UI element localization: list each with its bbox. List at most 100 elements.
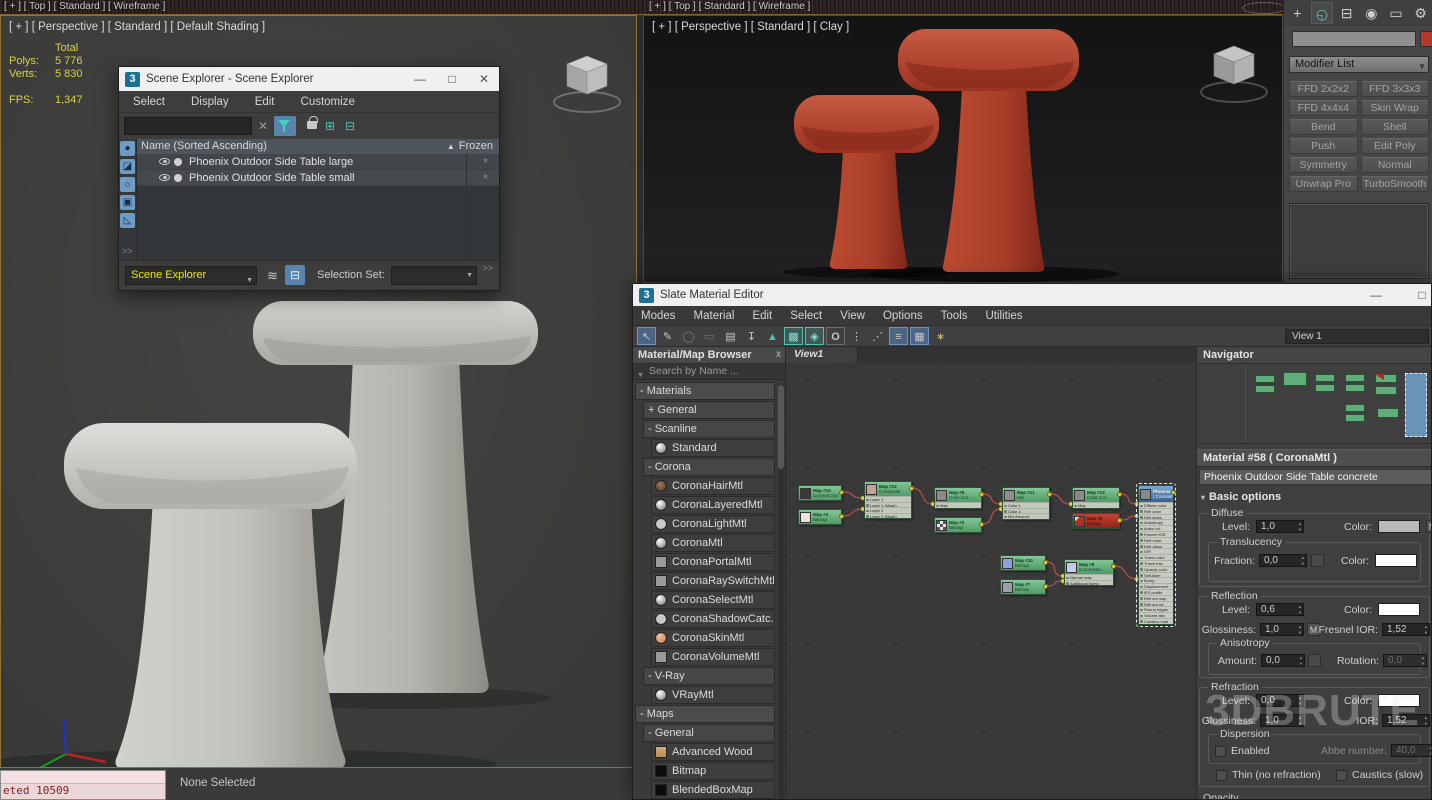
frozen-column-header[interactable]: Frozen (459, 140, 493, 152)
dispersion-enabled-checkbox[interactable] (1215, 746, 1226, 757)
browser-category[interactable]: - Maps (635, 705, 775, 723)
sme-menu-utilities[interactable]: Utilities (985, 310, 1022, 322)
show-end-result-icon[interactable]: O (826, 327, 845, 345)
material-name-field[interactable]: Phoenix Outdoor Side Table concrete (1199, 469, 1432, 485)
basic-options-rollout[interactable]: ▾Basic options (1201, 491, 1281, 503)
sme-menu-edit[interactable]: Edit (752, 310, 772, 322)
translucency-map-button[interactable] (1311, 554, 1324, 567)
modifier-button-turbosmooth[interactable]: TurboSmooth (1361, 176, 1430, 192)
sme-menu-select[interactable]: Select (790, 310, 822, 322)
pick-material-icon[interactable]: ✎ (658, 327, 677, 345)
node-slot[interactable]: Caustics mult (1139, 618, 1173, 624)
translucency-color-swatch[interactable] (1375, 554, 1417, 567)
node-slot[interactable]: Additional bump (1065, 580, 1113, 586)
map-node[interactable]: Map #14CoronaColor (798, 485, 842, 501)
hide-unused-nodeslots-icon[interactable]: ▲ (763, 327, 782, 345)
map-node[interactable]: Map #6Bitmap (1072, 513, 1120, 529)
map-node[interactable]: Map #8CoronaNor...Normal mapAdditional b… (1064, 559, 1114, 586)
se-menu-select[interactable]: Select (133, 96, 165, 108)
browser-item-coronalayeredmtl[interactable]: CoronaLayeredMtl (651, 496, 775, 514)
hierarchy-mode-button[interactable]: ⊟ (285, 265, 305, 285)
map-node[interactable]: Map #11MixColor 1Color 2Mix Amount (1002, 487, 1050, 520)
aniso-amount-spinner[interactable]: 0,0 (1261, 654, 1305, 667)
display-tab-icon[interactable]: ▭ (1385, 2, 1408, 24)
node-output-socket[interactable] (839, 514, 844, 519)
se-menu-customize[interactable]: Customize (301, 96, 355, 108)
modifier-button-ffd-3x3x3[interactable]: FFD 3x3x3 (1361, 81, 1430, 97)
browser-scrollbar[interactable] (778, 383, 784, 799)
node-output-socket[interactable] (1111, 564, 1116, 569)
refraction-glossiness-spinner[interactable]: 1,0 (1260, 714, 1304, 727)
modifier-button-ffd-2x2x2[interactable]: FFD 2x2x2 (1289, 81, 1358, 97)
browser-category[interactable]: - Materials (635, 382, 775, 400)
view1-tab[interactable]: View1 (786, 347, 858, 363)
node-slot[interactable]: Mix Amount (1003, 513, 1049, 519)
map-node[interactable]: Map #10Bitmap (1000, 555, 1046, 571)
layer-mode-icon[interactable]: ≋ (267, 268, 278, 284)
node-slot[interactable]: Map (1073, 502, 1119, 508)
material-node[interactable]: Phoenix ...( CoronaMtl )Diffuse colorRef… (1138, 485, 1174, 625)
node-output-socket[interactable] (1043, 584, 1048, 589)
modifier-button-bend[interactable]: Bend (1289, 119, 1358, 135)
perspective-viewport-right[interactable]: [ + ] [ Perspective ] [ Standard ] [ Cla… (643, 15, 1283, 283)
node-output-socket[interactable] (1047, 492, 1052, 497)
display-helpers-icon[interactable]: ◺ (120, 213, 135, 228)
map-node[interactable]: Map #3Bitmap (934, 517, 982, 533)
refraction-ior-spinner[interactable]: 1,52 (1382, 714, 1430, 727)
view-selector-dropdown[interactable]: View 1 (1285, 329, 1429, 344)
map-node[interactable]: Map #12CompositeLayer 1Layer 1 (Mask)Lay… (864, 481, 912, 519)
browser-item-advanced-wood[interactable]: Advanced Wood (651, 743, 775, 761)
layout-all-vertical-icon[interactable]: ⋮ (847, 327, 866, 345)
viewcube[interactable] (549, 40, 625, 125)
hierarchy-tab-icon[interactable]: ⊟ (1335, 2, 1358, 24)
browser-item-coronaselectmtl[interactable]: CoronaSelectMtl (651, 591, 775, 609)
node-output-socket[interactable] (909, 486, 914, 491)
map-node[interactable]: Map #13Color Cor...Map (1072, 487, 1120, 509)
viewcube[interactable] (1196, 30, 1272, 115)
material-params-header[interactable]: Material #58 ( CoronaMtl ) (1197, 449, 1432, 467)
node-output-socket[interactable] (1043, 560, 1048, 565)
material-map-browser-toggle-icon[interactable]: ≡ (889, 327, 908, 345)
map-node[interactable]: Map #5Color Cor...Map (934, 487, 982, 509)
frozen-toggle-icon[interactable]: * (483, 155, 488, 170)
fresnel-ior-spinner[interactable]: 1,52 (1382, 623, 1430, 636)
browser-item-blendedboxmap[interactable]: BlendedBoxMap (651, 781, 775, 799)
create-tab-icon[interactable]: + (1286, 2, 1309, 24)
browser-search-field[interactable]: ▼Search by Name ... (633, 364, 785, 380)
modifier-button-shell[interactable]: Shell (1361, 119, 1430, 135)
collapse-tree-icon[interactable]: ⊟ (345, 119, 355, 133)
show-map-in-viewport-icon[interactable]: ▩ (784, 327, 803, 345)
search-input[interactable] (124, 117, 252, 135)
scene-explorer-window[interactable]: 3 Scene Explorer - Scene Explorer — □ ✕ … (118, 66, 500, 291)
modifier-button-skin-wrap[interactable]: Skin Wrap (1361, 100, 1430, 116)
browser-item-coronaportalmtl[interactable]: CoronaPortalMtl (651, 553, 775, 571)
viewport-label[interactable]: [ + ] [ Perspective ] [ Standard ] [ Def… (9, 21, 265, 33)
visibility-eye-icon[interactable] (159, 174, 170, 181)
scene-explorer-titlebar[interactable]: 3 Scene Explorer - Scene Explorer — □ ✕ (119, 67, 499, 91)
node-output-socket[interactable] (1117, 518, 1122, 523)
name-column-header[interactable]: Name (Sorted Ascending) (137, 140, 267, 152)
maximize-button[interactable]: □ (1407, 284, 1432, 306)
browser-panel-header[interactable]: Material/Map Browserx (633, 347, 785, 364)
browser-item-coronamtl[interactable]: CoronaMtl (651, 534, 775, 552)
aniso-map-button[interactable] (1308, 654, 1321, 667)
refraction-color-swatch[interactable] (1378, 694, 1420, 707)
list-column-header[interactable]: Name (Sorted Ascending) ▲Frozen (137, 139, 499, 154)
display-objects-icon[interactable]: ● (120, 141, 135, 156)
node-output-socket[interactable] (1171, 490, 1176, 495)
top-viewport-label-left[interactable]: [ + ] [ Top ] [ Standard ] [ Wireframe ] (4, 1, 165, 12)
modifier-button-ffd-4x4x4[interactable]: FFD 4x4x4 (1289, 100, 1358, 116)
maximize-button[interactable]: □ (437, 67, 467, 91)
browser-item-coronavolumemtl[interactable]: CoronaVolumeMtl (651, 648, 775, 666)
navigator-canvas[interactable] (1197, 364, 1432, 444)
node-graph-canvas[interactable]: Map #14CoronaColorMap #4BitmapMap #12Com… (786, 363, 1196, 800)
diffuse-map-button[interactable]: M (1426, 520, 1432, 533)
browser-category[interactable]: - V-Ray (643, 667, 775, 685)
visibility-eye-icon[interactable] (159, 158, 170, 165)
strip-overflow-chevrons[interactable]: >> (122, 246, 133, 256)
object-name-field[interactable] (1292, 31, 1416, 47)
browser-item-coronashadowcatc-[interactable]: CoronaShadowCatc.. (651, 610, 775, 628)
node-output-socket[interactable] (839, 490, 844, 495)
browser-item-coronahairmtl[interactable]: CoronaHairMtl (651, 477, 775, 495)
top-viewport-label-right[interactable]: [ + ] [ Top ] [ Standard ] [ Wireframe ] (649, 1, 810, 12)
